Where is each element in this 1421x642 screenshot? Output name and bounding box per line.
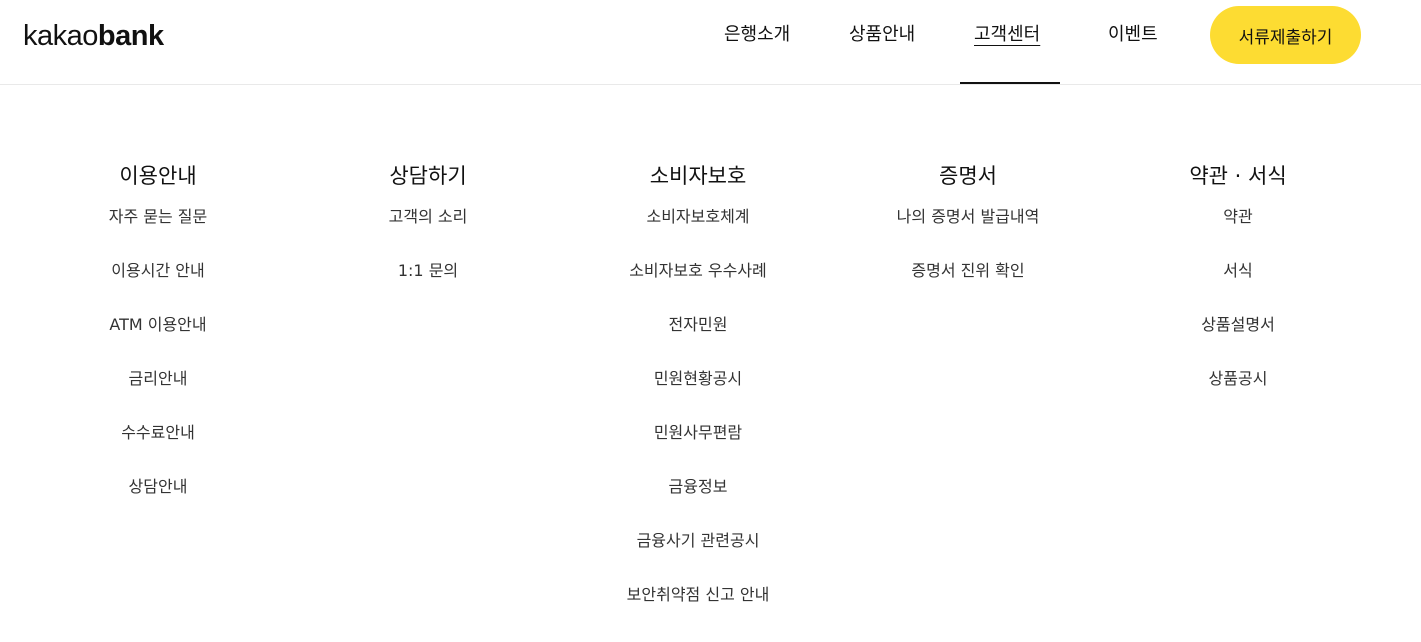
logo-text-light: kakao <box>23 20 98 52</box>
column-link-list: 자주 묻는 질문 이용시간 안내 ATM 이용안내 금리안내 수수료안내 상담안… <box>28 206 288 530</box>
column-title: 상담하기 <box>389 164 467 188</box>
site-header: kakaobank 은행소개 상품안내 고객센터 이벤트 서류제출하기 <box>0 0 1421 85</box>
menu-link-faq[interactable]: 자주 묻는 질문 <box>109 207 208 226</box>
menu-column-consumer-protection: 소비자보호 소비자보호체계 소비자보호 우수사례 전자민원 민원현황공시 민원사… <box>568 160 828 638</box>
column-link-list: 소비자보호체계 소비자보호 우수사례 전자민원 민원현황공시 민원사무편람 금융… <box>568 206 828 638</box>
nav-item-bank-intro[interactable]: 은행소개 <box>724 22 790 48</box>
menu-link-interest-rates[interactable]: 금리안내 <box>129 369 188 388</box>
menu-link-complaint-handbook[interactable]: 민원사무편람 <box>654 423 742 442</box>
column-link-list: 약관 서식 상품설명서 상품공시 <box>1108 206 1368 422</box>
kakaobank-logo[interactable]: kakaobank <box>23 20 164 52</box>
menu-link-product-disclosure[interactable]: 상품공시 <box>1209 369 1268 388</box>
menu-link-forms[interactable]: 서식 <box>1223 261 1252 280</box>
menu-link-fraud-notice[interactable]: 금융사기 관련공시 <box>637 531 760 550</box>
menu-link-my-certificates[interactable]: 나의 증명서 발급내역 <box>897 207 1040 226</box>
column-title: 이용안내 <box>119 164 197 188</box>
menu-link-product-description[interactable]: 상품설명서 <box>1201 315 1275 334</box>
active-nav-indicator <box>960 82 1060 84</box>
menu-link-customer-voice[interactable]: 고객의 소리 <box>389 207 468 226</box>
menu-column-certificates: 증명서 나의 증명서 발급내역 증명서 진위 확인 <box>838 160 1098 314</box>
menu-link-terms[interactable]: 약관 <box>1223 207 1252 226</box>
menu-link-atm[interactable]: ATM 이용안내 <box>109 315 206 334</box>
menu-link-financial-info[interactable]: 금융정보 <box>669 477 728 496</box>
menu-column-usage-guide: 이용안내 자주 묻는 질문 이용시간 안내 ATM 이용안내 금리안내 수수료안… <box>28 160 288 530</box>
menu-link-one-to-one[interactable]: 1:1 문의 <box>398 261 458 280</box>
nav-item-events[interactable]: 이벤트 <box>1108 22 1158 48</box>
submit-documents-button[interactable]: 서류제출하기 <box>1210 6 1361 64</box>
column-title: 소비자보호 <box>649 164 747 188</box>
menu-link-protection-system[interactable]: 소비자보호체계 <box>646 207 749 226</box>
menu-link-complaint-status[interactable]: 민원현황공시 <box>654 369 742 388</box>
column-link-list: 나의 증명서 발급내역 증명서 진위 확인 <box>838 206 1098 314</box>
menu-link-protection-cases[interactable]: 소비자보호 우수사례 <box>629 261 767 280</box>
nav-item-customer-center[interactable]: 고객센터 <box>974 22 1040 48</box>
menu-link-security-report[interactable]: 보안취약점 신고 안내 <box>627 585 770 604</box>
logo-text-bold: bank <box>97 20 164 52</box>
menu-link-verify-certificate[interactable]: 증명서 진위 확인 <box>911 261 1024 280</box>
column-title: 약관 · 서식 <box>1189 164 1287 188</box>
menu-link-e-complaint[interactable]: 전자민원 <box>669 315 728 334</box>
nav-item-products[interactable]: 상품안내 <box>849 22 915 48</box>
menu-column-consultation: 상담하기 고객의 소리 1:1 문의 <box>298 160 558 314</box>
column-link-list: 고객의 소리 1:1 문의 <box>298 206 558 314</box>
menu-link-hours[interactable]: 이용시간 안내 <box>111 261 204 280</box>
column-title: 증명서 <box>939 164 997 188</box>
menu-column-terms-forms: 약관 · 서식 약관 서식 상품설명서 상품공시 <box>1108 160 1368 422</box>
menu-link-consultation-guide[interactable]: 상담안내 <box>129 477 188 496</box>
menu-link-fees[interactable]: 수수료안내 <box>121 423 195 442</box>
